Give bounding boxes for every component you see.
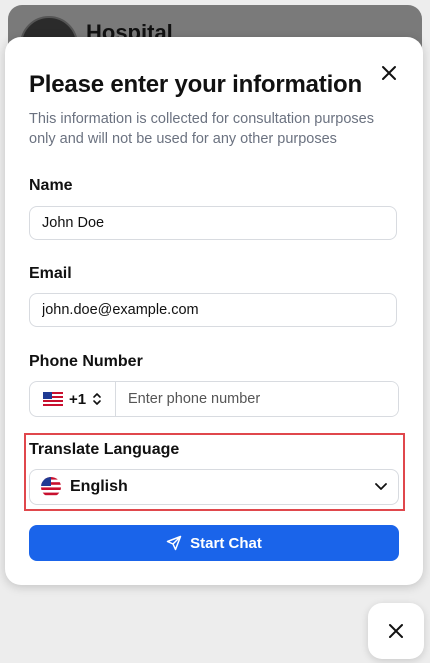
language-select[interactable]: English	[29, 469, 399, 505]
close-button[interactable]	[377, 61, 401, 85]
language-label: Translate Language	[29, 441, 180, 458]
info-modal: Please enter your information This infor…	[5, 37, 423, 585]
chevron-updown-icon	[93, 393, 101, 405]
send-icon	[166, 535, 182, 551]
language-value: English	[70, 478, 128, 495]
us-flag-icon	[42, 392, 63, 406]
modal-subtitle: This information is collected for consul…	[29, 111, 374, 147]
country-code-select[interactable]: +1	[30, 382, 116, 416]
dial-code: +1	[68, 390, 87, 408]
start-chat-label: Start Chat	[190, 534, 262, 552]
widget-close-button[interactable]	[368, 603, 424, 659]
name-label: Name	[29, 177, 73, 194]
chevron-down-icon	[375, 483, 387, 490]
email-input[interactable]	[29, 293, 397, 327]
close-icon	[389, 624, 403, 638]
phone-field: +1	[29, 381, 399, 417]
us-flag-round-icon	[41, 477, 61, 497]
phone-input[interactable]	[116, 382, 398, 416]
email-label: Email	[29, 265, 72, 282]
modal-title: Please enter your information	[29, 71, 362, 98]
phone-label: Phone Number	[29, 353, 143, 370]
start-chat-button[interactable]: Start Chat	[29, 525, 399, 561]
close-icon	[382, 66, 396, 80]
name-input[interactable]	[29, 206, 397, 240]
page: Hospital Please enter your information T…	[0, 0, 430, 663]
